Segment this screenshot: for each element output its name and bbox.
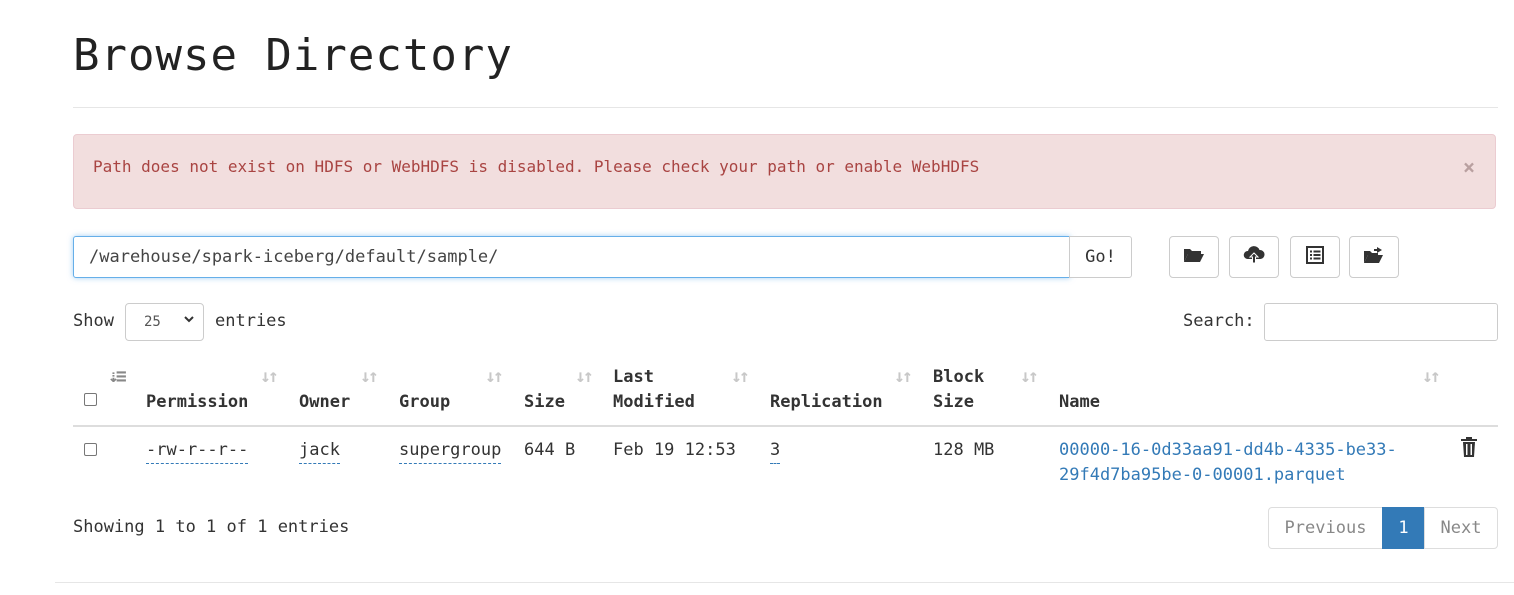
- search-label: Search:: [1183, 311, 1255, 331]
- footer-divider: [55, 582, 1514, 583]
- sort-icon[interactable]: ↓↑: [1020, 366, 1039, 387]
- cut-paste-button[interactable]: [1290, 236, 1340, 278]
- create-directory-button[interactable]: [1169, 236, 1219, 278]
- folder-open-icon: [1183, 246, 1205, 268]
- column-size[interactable]: Size: [524, 390, 565, 415]
- column-name[interactable]: Name: [1059, 390, 1100, 415]
- error-alert: Path does not exist on HDFS or WebHDFS i…: [73, 134, 1496, 209]
- column-last-modified-line2: Modified: [613, 392, 695, 412]
- entries-per-page-select[interactable]: 25: [125, 303, 204, 341]
- title-divider: [73, 107, 1498, 108]
- select-all-checkbox[interactable]: [84, 393, 97, 406]
- cell-block-size: 128 MB: [933, 440, 995, 460]
- close-icon[interactable]: ×: [1463, 155, 1475, 179]
- page-title: Browse Directory: [73, 30, 513, 81]
- cell-size: 644 B: [524, 440, 576, 460]
- column-permission[interactable]: Permission: [146, 390, 248, 415]
- column-owner[interactable]: Owner: [299, 390, 350, 415]
- sort-icon[interactable]: ↓↑: [894, 366, 913, 387]
- table-header-divider: [73, 425, 1498, 427]
- chevron-down-icon: [183, 313, 195, 329]
- column-block-size-line2: Size: [933, 392, 974, 412]
- folder-move-icon: [1363, 246, 1385, 268]
- cell-group[interactable]: supergroup: [399, 438, 502, 464]
- cell-replication[interactable]: 3: [770, 438, 781, 464]
- column-last-modified[interactable]: Last Modified: [613, 365, 695, 415]
- column-group[interactable]: Group: [399, 390, 450, 415]
- file-name-link[interactable]: 00000-16-0d33aa91-dd4b-4335-be33- 29f4d7…: [1059, 438, 1397, 488]
- column-last-modified-line1: Last: [613, 367, 654, 387]
- cloud-upload-icon: [1243, 245, 1265, 269]
- move-directory-button[interactable]: [1349, 236, 1399, 278]
- sort-icon[interactable]: ↓↑: [360, 366, 379, 387]
- column-replication[interactable]: Replication: [770, 390, 883, 415]
- sort-icon[interactable]: ↓↑: [260, 366, 279, 387]
- show-label: Show: [73, 311, 114, 331]
- trash-icon[interactable]: [1461, 437, 1477, 461]
- next-page-button[interactable]: Next: [1424, 507, 1498, 549]
- go-button[interactable]: Go!: [1069, 236, 1132, 278]
- cell-owner[interactable]: jack: [299, 438, 340, 464]
- sort-icon[interactable]: ↓↑: [575, 366, 594, 387]
- entries-selected-value: 25: [144, 314, 161, 330]
- list-icon: [1306, 246, 1324, 268]
- column-block-size[interactable]: Block Size: [933, 365, 984, 415]
- entries-label: entries: [215, 311, 287, 331]
- file-name-line1: 00000-16-0d33aa91-dd4b-4335-be33-: [1059, 440, 1397, 460]
- path-input[interactable]: [73, 236, 1070, 278]
- cell-permission[interactable]: -rw-r--r--: [146, 438, 249, 464]
- previous-page-button[interactable]: Previous: [1268, 507, 1383, 549]
- upload-files-button[interactable]: [1229, 236, 1279, 278]
- alert-message: Path does not exist on HDFS or WebHDFS i…: [93, 157, 980, 176]
- sort-active-icon[interactable]: ⇣≡: [108, 366, 127, 387]
- sort-icon[interactable]: ↓↑: [731, 366, 750, 387]
- page-1-button[interactable]: 1: [1382, 507, 1425, 549]
- row-checkbox[interactable]: [84, 443, 97, 456]
- search-input[interactable]: [1264, 303, 1498, 341]
- file-name-line2: 29f4d7ba95be-0-00001.parquet: [1059, 465, 1346, 485]
- table-info: Showing 1 to 1 of 1 entries: [73, 517, 350, 537]
- column-block-size-line1: Block: [933, 367, 985, 387]
- sort-icon[interactable]: ↓↑: [1422, 366, 1441, 387]
- sort-icon[interactable]: ↓↑: [485, 366, 504, 387]
- cell-last-modified: Feb 19 12:53: [613, 440, 736, 460]
